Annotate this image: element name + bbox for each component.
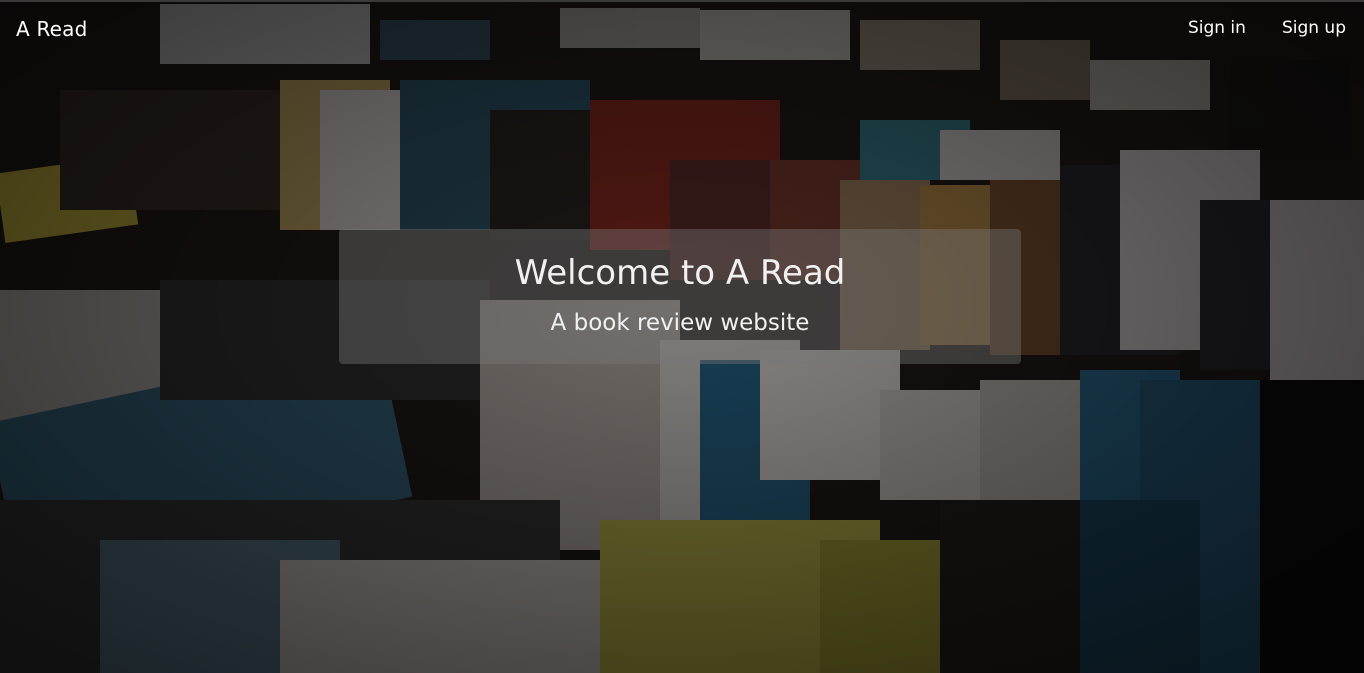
sign-up-link[interactable]: Sign up	[1282, 18, 1346, 38]
welcome-banner: Welcome to A Read A book review website	[339, 229, 1021, 364]
welcome-subtitle: A book review website	[550, 310, 810, 336]
brand-logo-link[interactable]: A Read	[16, 17, 88, 41]
welcome-title: Welcome to A Read	[514, 253, 846, 293]
hero-section: A Read Sign in Sign up Welcome to A Read…	[0, 0, 1364, 673]
navbar: A Read Sign in Sign up	[0, 0, 1364, 58]
sign-in-link[interactable]: Sign in	[1188, 18, 1246, 38]
nav-links: Sign in Sign up	[1188, 18, 1346, 38]
